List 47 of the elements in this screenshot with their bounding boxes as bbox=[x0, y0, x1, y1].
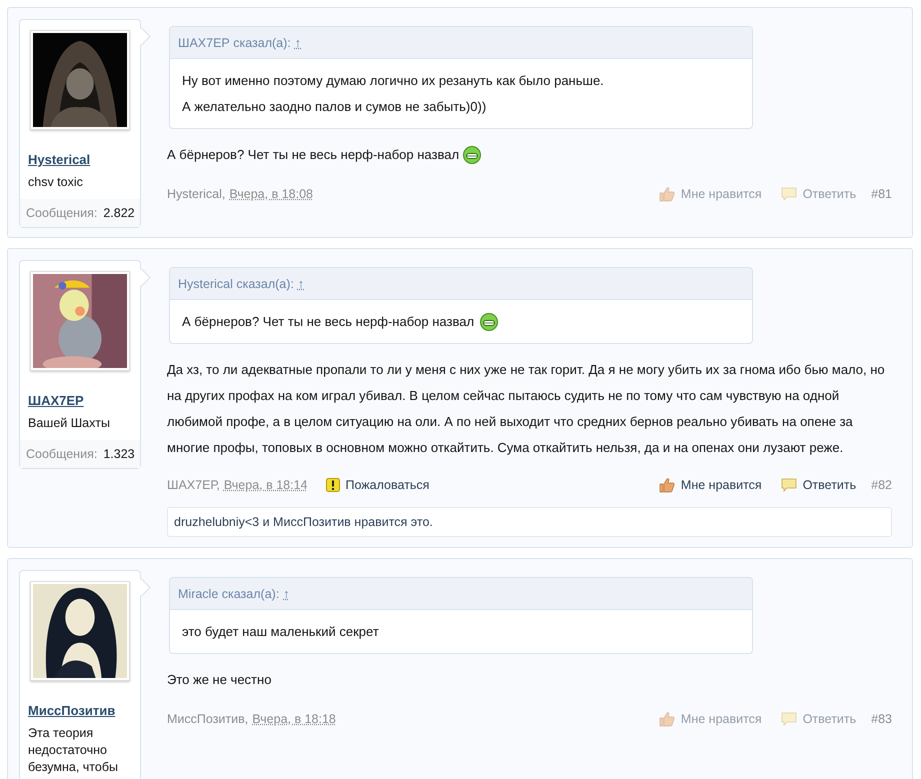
post-author: МиссПозитив, bbox=[167, 712, 248, 726]
post-author: Hysterical, bbox=[167, 187, 226, 201]
post-author: ШАХ7ЕР, bbox=[167, 478, 220, 492]
message-count-label: Сообщения: bbox=[26, 447, 98, 461]
quote-author: ШАХ7ЕР сказал(а): bbox=[178, 36, 291, 50]
warning-icon bbox=[326, 478, 340, 492]
message-count: 2.822 bbox=[103, 206, 135, 220]
quote-text: А желательно заодно палов и сумов не забыть)0)) bbox=[182, 98, 486, 116]
message-text: Это же не честно bbox=[167, 671, 272, 689]
user-name-link[interactable]: ШАХ7ЕР bbox=[28, 393, 140, 408]
message-count: 1.323 bbox=[103, 447, 135, 461]
reply-link[interactable]: Ответить bbox=[780, 478, 856, 492]
user-title: chsv toxic bbox=[28, 174, 84, 191]
message-count-label: Сообщения: bbox=[26, 206, 98, 220]
post-number[interactable]: #83 bbox=[871, 712, 892, 726]
post-date-link[interactable]: Вчера, в 18:14 bbox=[224, 478, 308, 492]
user-name-link[interactable]: МиссПозитив bbox=[28, 703, 140, 718]
speech-bubble-icon bbox=[780, 186, 797, 202]
jump-to-quote-link[interactable]: ↑ bbox=[298, 277, 304, 291]
reply-link[interactable]: Ответить bbox=[780, 712, 856, 726]
quote-text: это будет наш маленький секрет bbox=[182, 623, 379, 641]
like-link[interactable]: Мне нравится bbox=[658, 711, 762, 727]
like-link[interactable]: Мне нравится bbox=[658, 477, 762, 493]
thumbs-up-icon bbox=[658, 711, 675, 727]
post-number[interactable]: #81 bbox=[871, 187, 892, 201]
jump-to-quote-link[interactable]: ↑ bbox=[283, 587, 290, 601]
speech-bubble-icon bbox=[780, 712, 797, 726]
thumbs-up-icon bbox=[658, 477, 675, 493]
like-link[interactable]: Мне нравится bbox=[658, 186, 762, 202]
user-title: Эта теория недостаточно безумна, чтобы bbox=[28, 725, 119, 776]
user-title: Вашей Шахты bbox=[28, 415, 111, 432]
quote-author: Hysterical сказал(а): bbox=[178, 277, 294, 291]
user-name-link[interactable]: Hysterical bbox=[28, 152, 140, 167]
speech-bubble-icon bbox=[780, 478, 797, 492]
quote-text: А бёрнеров? Чет ты не весь нерф-набор назвал bbox=[182, 313, 474, 331]
reply-link[interactable]: Ответить bbox=[780, 186, 856, 202]
thumbs-up-icon bbox=[658, 186, 675, 202]
post-number[interactable]: #82 bbox=[871, 478, 892, 492]
report-link[interactable]: Пожаловаться bbox=[326, 478, 430, 492]
likes-summary: druzhelubniy<3 и МиссПозитив нравится это. bbox=[167, 507, 892, 537]
jump-to-quote-link[interactable]: ↑ bbox=[294, 36, 302, 50]
message-text: А бёрнеров? Чет ты не весь нерф-набор назвал bbox=[167, 146, 460, 164]
quote-text: Ну вот именно поэтому думаю логично их резануть как было раньше. bbox=[182, 72, 604, 90]
message-text: Да хз, то ли адекватные пропали то ли у меня с них уже не так горит. Да я не могу убить их за гнома ибо бью мало, но на других профах на ком играл убивал. В целом сейчас пытаюсь судить не по тому что сам чувствую на одной любимой профе, а в целом ситуацию на оли. А по ней выходит что средних бернов реально убивать на опене за многие профы, топовых в основном можно откайтить. Сума откайтить нельзя, да и на опенах они лузают реже. bbox=[167, 361, 886, 457]
quote-author: Miracle сказал(а): bbox=[178, 587, 280, 601]
post-date-link[interactable]: Вчера, в 18:08 bbox=[229, 187, 313, 201]
post-date-link[interactable]: Вчера, в 18:18 bbox=[252, 712, 336, 726]
